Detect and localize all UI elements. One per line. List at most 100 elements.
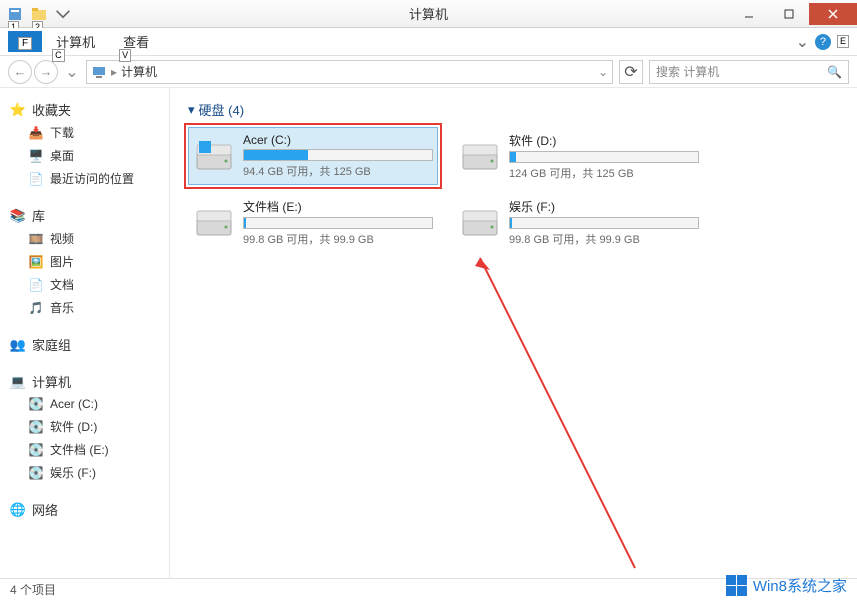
sidebar-item-music[interactable]: 🎵音乐 (4, 296, 165, 319)
computer-icon: 💻 (10, 374, 26, 390)
drive-item[interactable]: 娱乐 (F:) 99.8 GB 可用，共 99.9 GB (454, 193, 704, 251)
music-icon: 🎵 (28, 300, 44, 316)
computer-group: 💻计算机 💽Acer (C:) 💽软件 (D:) 💽文件档 (E:) 💽娱乐 (… (4, 370, 165, 484)
drive-usage-bar (509, 151, 699, 163)
ribbon-tab-computer[interactable]: 计算机 C (42, 29, 109, 54)
sidebar-item-documents[interactable]: 📄文档 (4, 273, 165, 296)
title-bar: 1 2 计算机 (0, 0, 857, 28)
drive-name: Acer (C:) (243, 133, 433, 147)
forward-button[interactable]: → (34, 60, 58, 84)
annotation-arrow (355, 208, 655, 588)
drive-item[interactable]: 软件 (D:) 124 GB 可用，共 125 GB (454, 127, 704, 185)
sidebar-drive-f[interactable]: 💽娱乐 (F:) (4, 461, 165, 484)
drive-usage-bar (243, 217, 433, 229)
drive-icon (459, 201, 501, 243)
drive-usage-bar (509, 217, 699, 229)
sidebar-drive-c[interactable]: 💽Acer (C:) (4, 393, 165, 415)
download-icon: 📥 (28, 125, 44, 141)
minimize-button[interactable] (729, 3, 769, 25)
sidebar-item-videos[interactable]: 🎞️视频 (4, 227, 165, 250)
star-icon: ⭐ (10, 102, 26, 118)
address-bar[interactable]: ▸ 计算机 ⌄ (86, 60, 613, 84)
drive-icon: 💽 (28, 419, 44, 435)
pictures-icon: 🖼️ (28, 254, 44, 270)
keytip: V (119, 49, 131, 62)
ribbon-right: ⌄ ? E (796, 32, 857, 52)
library-icon: 📚 (10, 208, 26, 224)
computer-icon (91, 64, 107, 80)
drive-stat: 99.8 GB 可用，共 99.9 GB (509, 231, 699, 247)
watermark: Win8系统之家 (726, 575, 847, 596)
drive-usage-bar (243, 149, 433, 161)
drive-name: 娱乐 (F:) (509, 198, 699, 215)
help-icon[interactable]: ? (815, 34, 831, 50)
ribbon: F 计算机 C 查看 V ⌄ ? E (0, 28, 857, 56)
maximize-button[interactable] (769, 3, 809, 25)
main-body: ⭐ 收藏夹 📥下载 🖥️桌面 📄最近访问的位置 📚库 🎞️视频 🖼️图片 📄文档… (0, 88, 857, 578)
sidebar-drive-e[interactable]: 💽文件档 (E:) (4, 438, 165, 461)
drive-icon (193, 135, 235, 177)
drive-name: 软件 (D:) (509, 132, 699, 149)
window-controls (729, 3, 857, 25)
group-header-drives[interactable]: ▾ 硬盘 (4) (188, 100, 839, 119)
sidebar-item-downloads[interactable]: 📥下载 (4, 121, 165, 144)
close-button[interactable] (809, 3, 857, 25)
favorites-header[interactable]: ⭐ 收藏夹 (4, 98, 165, 121)
network-icon: 🌐 (10, 502, 26, 518)
drive-info: 娱乐 (F:) 99.8 GB 可用，共 99.9 GB (509, 198, 699, 247)
qat-properties-button[interactable]: 1 (4, 3, 26, 25)
drive-stat: 99.8 GB 可用，共 99.9 GB (243, 231, 433, 247)
search-placeholder: 搜索 计算机 (656, 63, 719, 80)
status-text: 4 个项目 (10, 581, 56, 598)
drive-icon (459, 135, 501, 177)
window-title: 计算机 (409, 4, 448, 23)
ribbon-tab-view[interactable]: 查看 V (109, 29, 163, 54)
navigation-pane: ⭐ 收藏夹 📥下载 🖥️桌面 📄最近访问的位置 📚库 🎞️视频 🖼️图片 📄文档… (0, 88, 170, 578)
network-header[interactable]: 🌐网络 (4, 498, 165, 521)
back-button[interactable]: ← (8, 60, 32, 84)
homegroup-header[interactable]: 👥家庭组 (4, 333, 165, 356)
computer-header[interactable]: 💻计算机 (4, 370, 165, 393)
file-tab[interactable]: F (8, 31, 42, 52)
drive-icon: 💽 (28, 442, 44, 458)
recent-icon: 📄 (28, 171, 44, 187)
sidebar-item-recent[interactable]: 📄最近访问的位置 (4, 167, 165, 190)
search-icon: 🔍 (827, 65, 842, 79)
drive-stat: 124 GB 可用，共 125 GB (509, 165, 699, 181)
drive-item[interactable]: 文件档 (E:) 99.8 GB 可用，共 99.9 GB (188, 193, 438, 251)
sidebar-drive-d[interactable]: 💽软件 (D:) (4, 415, 165, 438)
libraries-header[interactable]: 📚库 (4, 204, 165, 227)
qat-dropdown[interactable] (52, 3, 74, 25)
tab-label: 计算机 (56, 35, 95, 50)
drive-info: 软件 (D:) 124 GB 可用，共 125 GB (509, 132, 699, 181)
homegroup-group: 👥家庭组 (4, 333, 165, 356)
drive-icon: 💽 (28, 465, 44, 481)
sidebar-item-desktop[interactable]: 🖥️桌面 (4, 144, 165, 167)
drive-name: 文件档 (E:) (243, 198, 433, 215)
refresh-button[interactable]: ⟳ (619, 60, 643, 84)
address-segment[interactable]: 计算机 (121, 63, 157, 80)
drive-icon: 💽 (28, 396, 44, 412)
quick-access-toolbar: 1 2 (0, 3, 74, 25)
collapse-icon: ▾ (188, 102, 195, 118)
sidebar-item-pictures[interactable]: 🖼️图片 (4, 250, 165, 273)
drive-info: Acer (C:) 94.4 GB 可用，共 125 GB (243, 133, 433, 179)
drives-list: Acer (C:) 94.4 GB 可用，共 125 GB 软件 (D:) 12… (188, 127, 839, 251)
documents-icon: 📄 (28, 277, 44, 293)
drive-icon (193, 201, 235, 243)
favorites-group: ⭐ 收藏夹 📥下载 🖥️桌面 📄最近访问的位置 (4, 98, 165, 190)
qat-new-folder-button[interactable]: 2 (28, 3, 50, 25)
search-box[interactable]: 搜索 计算机 🔍 (649, 60, 849, 84)
tab-label: 查看 (123, 35, 149, 50)
address-dropdown-icon[interactable]: ⌄ (598, 65, 608, 79)
content-pane: ▾ 硬盘 (4) Acer (C:) 94.4 GB 可用，共 125 GB 软… (170, 88, 857, 578)
network-group: 🌐网络 (4, 498, 165, 521)
keytip: E (837, 35, 849, 48)
desktop-icon: 🖥️ (28, 148, 44, 164)
keytip: C (52, 49, 65, 62)
address-sep: ▸ (111, 65, 117, 79)
ribbon-expand-icon[interactable]: ⌄ (796, 32, 809, 52)
recent-locations-button[interactable]: ⌄ (64, 60, 80, 84)
homegroup-icon: 👥 (10, 337, 26, 353)
drive-item[interactable]: Acer (C:) 94.4 GB 可用，共 125 GB (188, 127, 438, 185)
